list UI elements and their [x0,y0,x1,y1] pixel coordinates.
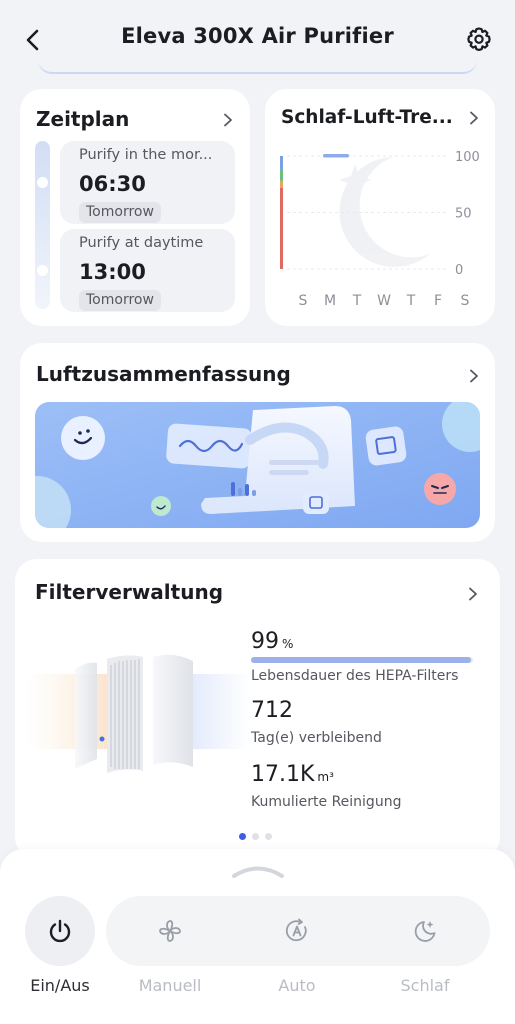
moon-watermark-icon [339,157,430,267]
filter-title: Filterverwaltung [35,580,224,604]
x-tick-label: S [461,293,470,309]
data-mark [323,154,349,158]
schedule-item-day: Tomorrow [79,290,161,311]
schedule-card[interactable]: Zeitplan Purify in the mor... 06:30 Tomo… [20,89,250,326]
page-dot[interactable] [252,833,259,840]
fan-icon[interactable] [157,918,183,944]
quality-scale-segment [280,187,283,269]
schedule-item-day: Tomorrow [79,202,161,223]
clock-icon [37,177,48,188]
filter-days-label: Tag(e) verbleibend [251,730,382,746]
chevron-right-icon[interactable] [221,113,235,127]
page-dot[interactable] [239,833,246,840]
gear-icon[interactable] [465,26,493,54]
x-tick-label: T [352,293,362,309]
filter-cumulative-value: 17.1K m³ [251,762,334,787]
schedule-item-time: 13:00 [79,260,146,284]
sleep-trend-chart: 100500S M T W T F S [280,150,480,309]
quality-scale-segment [280,156,283,170]
air-summary-card[interactable]: Luftzusammenfassung [20,343,495,542]
x-tick-label: F [434,293,442,309]
header-divider [38,60,477,74]
control-panel: Ein/Aus Manuell Auto Schlaf [0,849,515,1024]
air-summary-illustration [35,402,480,528]
schedule-item-name: Purify in the mor... [79,147,213,163]
air-summary-title: Luftzusammenfassung [36,362,291,386]
filter-life-unit: % [282,637,294,651]
schedule-item-time: 06:30 [79,172,146,196]
power-icon [49,919,71,943]
x-tick-label: W [377,293,391,309]
chevron-right-icon[interactable] [467,369,481,383]
x-tick-label: M [324,293,336,309]
page-dot[interactable] [265,833,272,840]
filter-days-value: 712 [251,698,293,723]
filter-life-bar-fill [251,657,471,663]
schedule-item-name: Purify at daytime [79,235,204,251]
filter-cumulative-label: Kumulierte Reinigung [251,794,402,810]
mode-label-manual: Manuell [138,976,202,995]
x-tick-label: S [299,293,308,309]
schedule-timeline [35,141,50,309]
chevron-right-icon[interactable] [466,587,480,601]
power-button[interactable] [25,896,95,966]
mode-selector [106,896,490,966]
filter-life-value: 99% [251,629,293,654]
schedule-item[interactable]: Purify in the mor... 06:30 Tomorrow [60,141,235,224]
filter-life-bar [251,657,473,663]
filter-life-number: 99 [251,629,279,654]
filter-cumulative-unit: m³ [317,770,334,784]
schedule-item[interactable]: Purify at daytime 13:00 Tomorrow [60,229,235,312]
filter-management-card[interactable]: Filterverwaltung 99 % Lebensdauer des HE… [15,559,500,859]
mode-label-auto: Auto [278,976,316,995]
auto-mode-icon[interactable] [284,918,310,944]
y-tick-label: 100 [455,150,480,165]
filter-life-label: Lebensdauer des HEPA-Filters [251,668,459,684]
x-tick-label: T [406,293,416,309]
schedule-title: Zeitplan [36,107,130,131]
chevron-up-icon[interactable] [232,863,284,879]
sleep-moon-icon[interactable] [412,918,438,944]
power-label: Ein/Aus [30,976,90,995]
page-title: Eleva 300X Air Purifier [121,24,394,48]
page-indicator[interactable] [239,825,278,844]
filter-cumulative-number: 17.1K [251,762,315,787]
y-tick-label: 50 [455,207,472,222]
clock-icon [37,265,48,276]
sleep-trend-card[interactable]: Schlaf-Luft-Tre... 100 50 0 S M T W T F S [265,89,495,326]
quality-scale-segment [280,180,283,188]
quality-scale-segment [280,169,283,181]
y-tick-label: 0 [455,263,463,278]
air-summary-banner[interactable] [35,402,480,528]
mode-label-sleep: Schlaf [400,976,450,995]
air-filter-illustration [25,654,250,773]
